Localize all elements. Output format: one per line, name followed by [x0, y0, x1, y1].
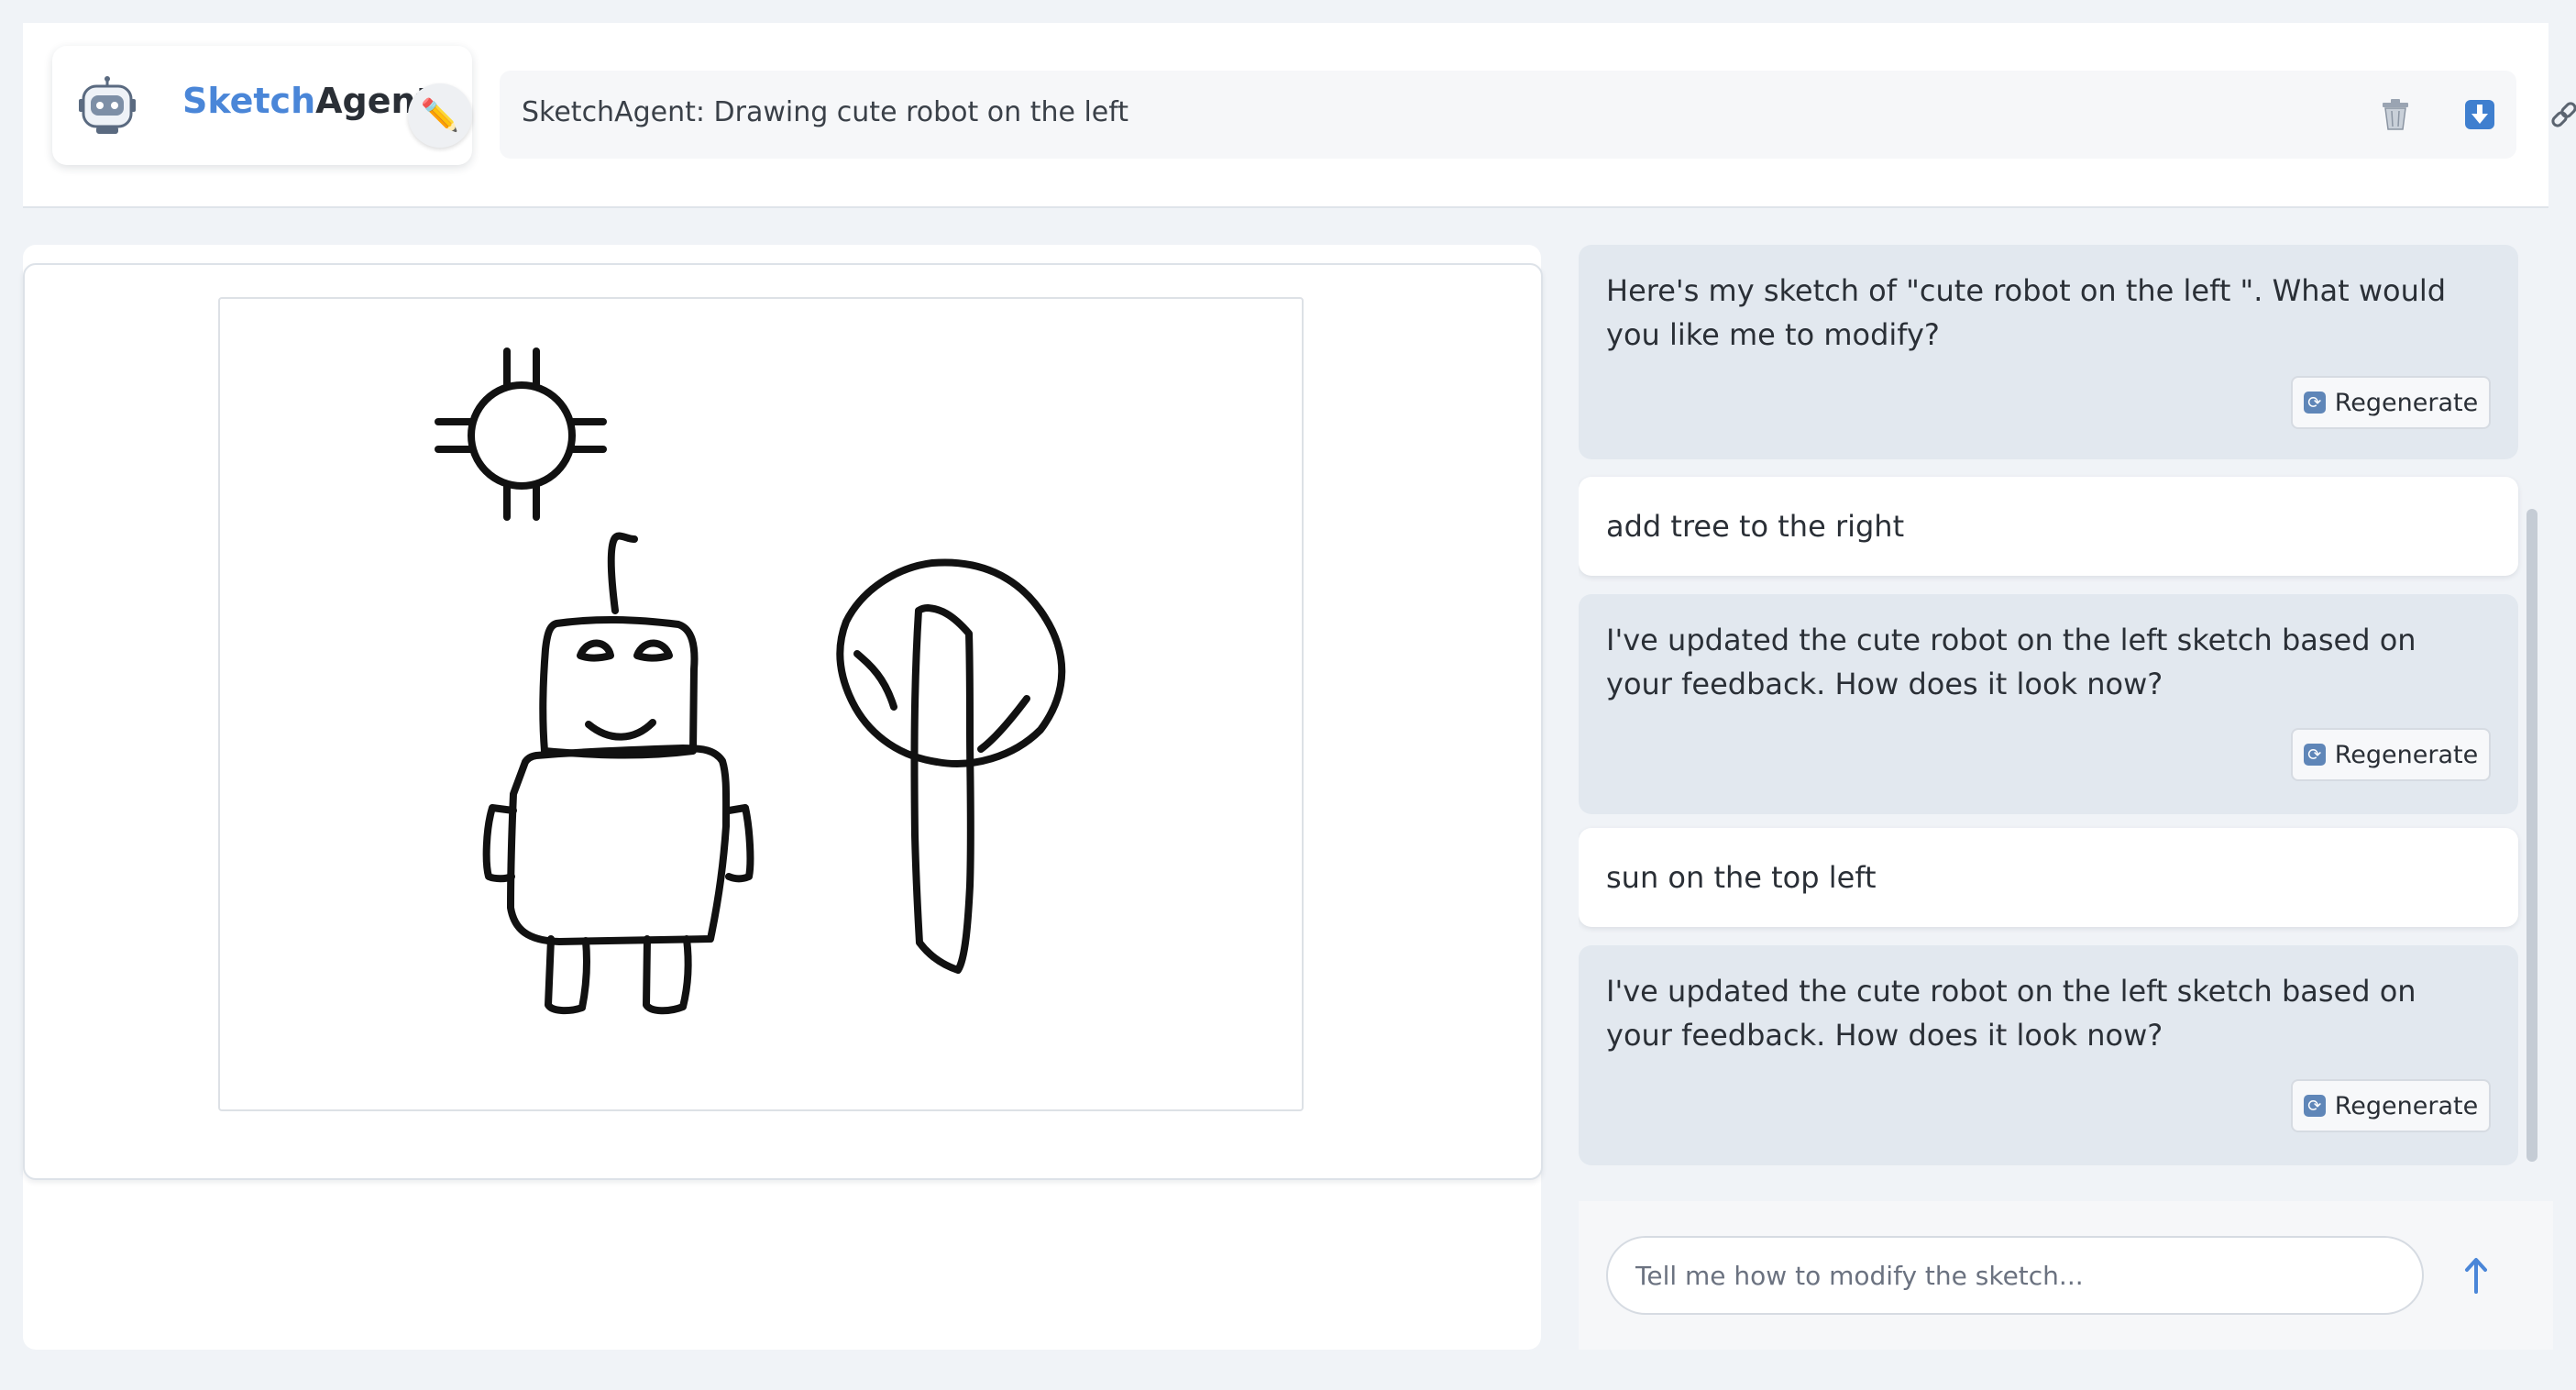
assistant-message: I've updated the cute robot on the left …	[1579, 594, 2518, 814]
regenerate-button[interactable]: ⟳ Regenerate	[2291, 1079, 2491, 1132]
refresh-icon: ⟳	[2303, 1095, 2326, 1117]
regenerate-label: Regenerate	[2334, 388, 2479, 417]
refresh-icon: ⟳	[2303, 392, 2326, 414]
edit-button[interactable]: ✏️	[408, 83, 472, 148]
title-bar: SketchAgent: Drawing cute robot on the l…	[500, 71, 2576, 159]
robot-logo-icon	[79, 76, 136, 134]
robot-sketch	[482, 532, 754, 1015]
download-button[interactable]	[2458, 93, 2502, 137]
sketch-canvas[interactable]	[218, 297, 1304, 1111]
sun-sketch	[435, 348, 607, 521]
regenerate-label: Regenerate	[2334, 740, 2479, 769]
app-name: SketchAgent	[182, 81, 433, 121]
link-icon	[2551, 102, 2576, 127]
trash-icon	[2383, 99, 2408, 130]
message-input[interactable]	[1606, 1236, 2424, 1315]
regenerate-label: Regenerate	[2334, 1091, 2479, 1120]
app-header: SketchAgent ✏️ SketchAgent: Drawing cute…	[23, 23, 2576, 208]
regenerate-button[interactable]: ⟳ Regenerate	[2291, 728, 2491, 781]
pencil-icon: ✏️	[420, 97, 460, 134]
assistant-message: I've updated the cute robot on the left …	[1579, 945, 2518, 1165]
arrow-up-icon	[2465, 1258, 2487, 1294]
message-text: sun on the top left	[1606, 860, 1877, 895]
share-link-button[interactable]	[2542, 93, 2576, 137]
download-icon	[2465, 100, 2494, 129]
sketch-title: SketchAgent: Drawing cute robot on the l…	[522, 96, 1129, 128]
message-text: add tree to the right	[1606, 509, 1905, 544]
chat-scrollbar[interactable]	[2526, 509, 2537, 1162]
assistant-message: Here's my sketch of "cute robot on the l…	[1579, 245, 2518, 459]
message-text: Here's my sketch of "cute robot on the l…	[1606, 273, 2447, 352]
send-button[interactable]	[2446, 1245, 2506, 1306]
user-message: add tree to the right	[1579, 477, 2518, 576]
chat-history[interactable]: Here's my sketch of "cute robot on the l…	[1579, 245, 2553, 1166]
refresh-icon: ⟳	[2303, 744, 2326, 766]
app-name-part1: Sketch	[182, 81, 316, 121]
regenerate-button[interactable]: ⟳ Regenerate	[2291, 376, 2491, 429]
message-text: I've updated the cute robot on the left …	[1606, 623, 2416, 701]
tree-sketch	[836, 558, 1066, 974]
composer	[1579, 1201, 2553, 1350]
message-text: I've updated the cute robot on the left …	[1606, 974, 2416, 1053]
logo-card: SketchAgent ✏️	[52, 46, 472, 165]
trash-button[interactable]	[2373, 93, 2417, 137]
user-message: sun on the top left	[1579, 828, 2518, 927]
sketch-drawing	[435, 348, 1066, 1015]
